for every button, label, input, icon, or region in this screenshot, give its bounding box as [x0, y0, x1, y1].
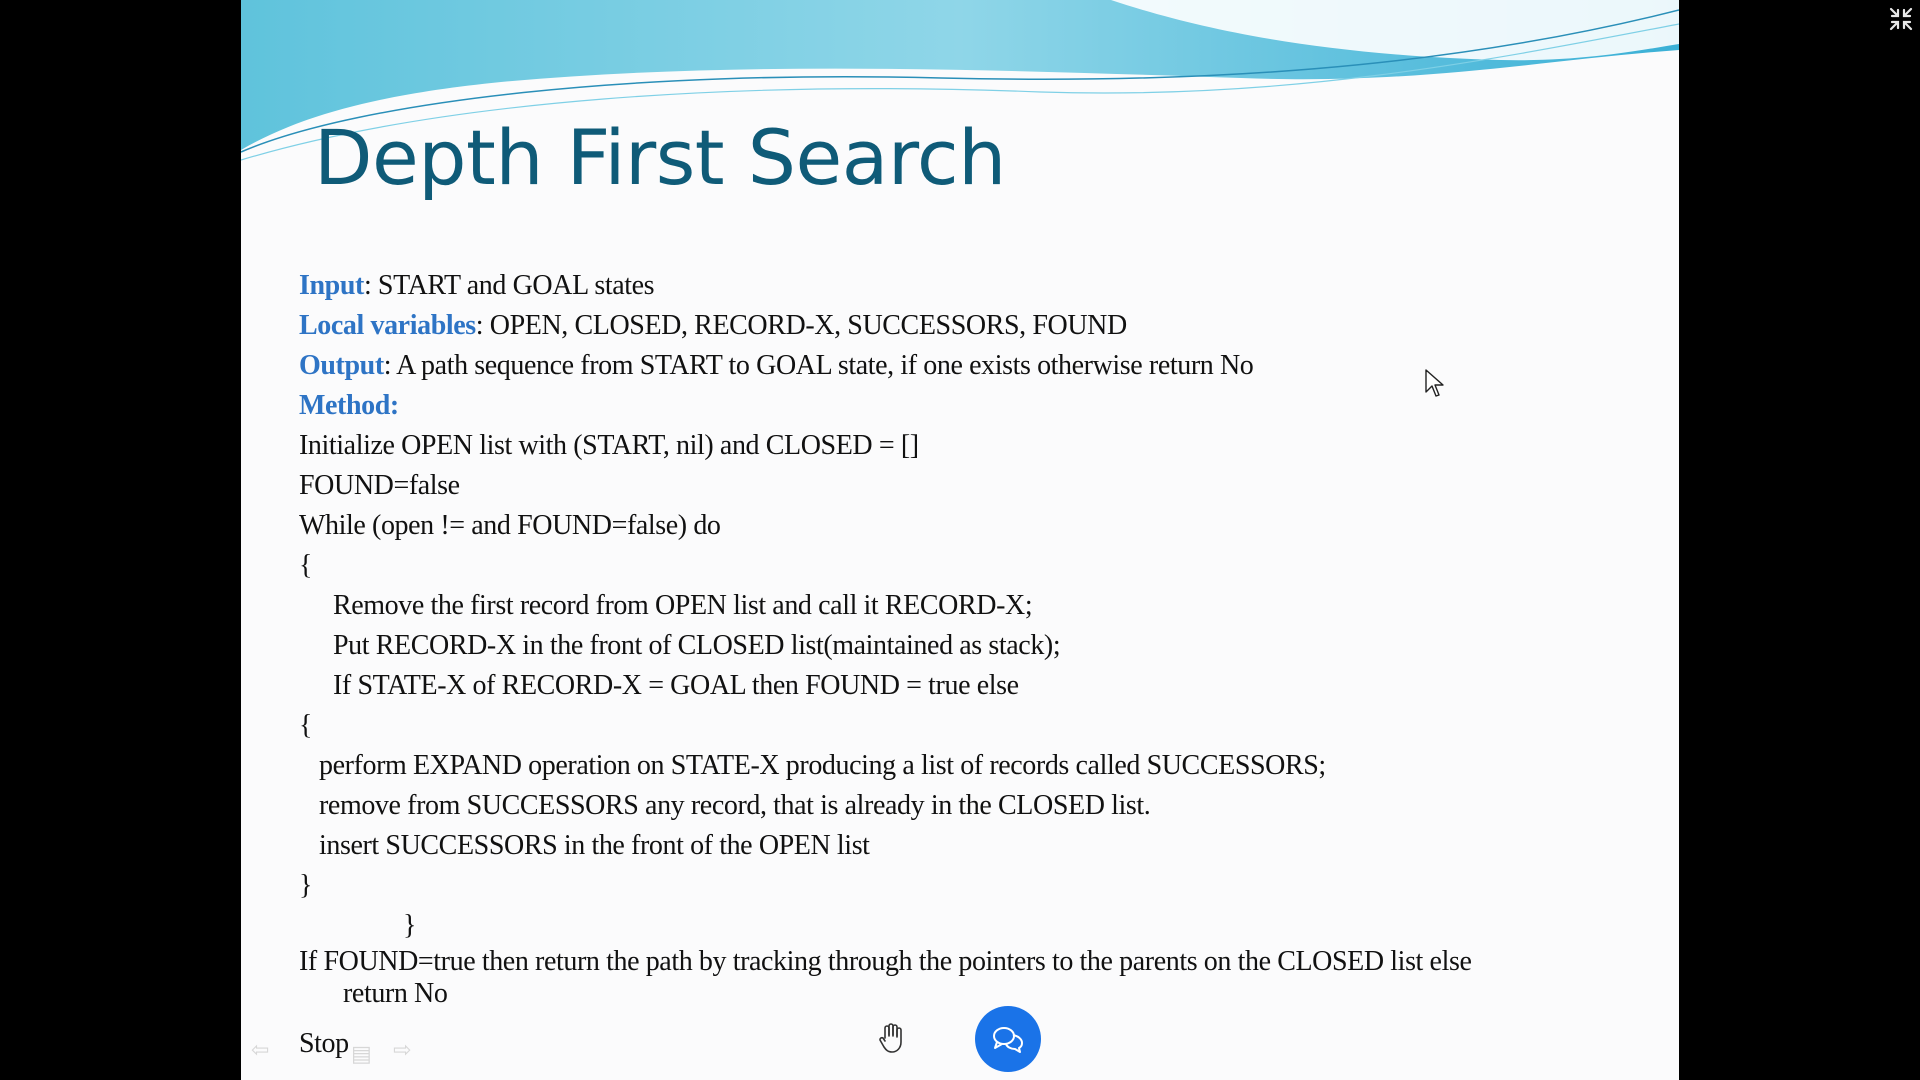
output-label: Output	[299, 350, 384, 381]
step-while: While (open != and FOUND=false) do	[299, 510, 721, 541]
local-variables-line: Local variables: OPEN, CLOSED, RECORD-X,…	[299, 306, 1659, 346]
output-line: Output: A path sequence from START to GO…	[299, 346, 1659, 386]
step-if-found: If FOUND=true then return the path by tr…	[299, 946, 1472, 977]
step-expand: perform EXPAND operation on STATE-X prod…	[319, 750, 1326, 781]
local-variables-text: : OPEN, CLOSED, RECORD-X, SUCCESSORS, FO…	[475, 310, 1127, 341]
raise-hand-button[interactable]	[867, 1010, 915, 1066]
local-variables-label: Local variables	[299, 310, 476, 341]
step-found-false: FOUND=false	[299, 470, 460, 501]
input-text: : START and GOAL states	[363, 270, 655, 301]
output-text: : A path sequence from START to GOAL sta…	[383, 350, 1254, 381]
chat-icon	[993, 1027, 1023, 1053]
step-insert: insert SUCCESSORS in the front of the OP…	[319, 830, 870, 861]
menu-icon[interactable]: ▤	[351, 1042, 372, 1067]
close-brace-outer: }	[403, 910, 417, 941]
step-init: Initialize OPEN list with (START, nil) a…	[299, 430, 919, 461]
open-brace-inner: {	[299, 710, 313, 741]
step-remove-successors: remove from SUCCESSORS any record, that …	[319, 790, 1151, 821]
method-label: Method:	[299, 390, 399, 421]
slide-title: Depth First Search	[314, 113, 1006, 202]
step-stop: Stop	[299, 1028, 349, 1059]
close-brace-inner: }	[299, 870, 313, 901]
input-label: Input	[299, 270, 364, 301]
step-put: Put RECORD-X in the front of CLOSED list…	[333, 630, 1061, 661]
exit-fullscreen-icon[interactable]	[1888, 6, 1914, 32]
step-return-no: return No	[343, 978, 448, 1009]
algorithm-text: Input: START and GOAL states Local varia…	[299, 266, 1659, 1010]
step-remove: Remove the first record from OPEN list a…	[333, 590, 1033, 621]
method-line: Method:	[299, 386, 1659, 426]
arrow-right-icon[interactable]: ⇨	[393, 1038, 411, 1063]
slide: Depth First Search Input: START and GOAL…	[241, 0, 1679, 1080]
arrow-left-icon[interactable]: ⇦	[251, 1038, 269, 1063]
open-brace-outer: {	[299, 550, 313, 581]
step-if-state: If STATE-X of RECORD-X = GOAL then FOUND…	[333, 670, 1019, 701]
chat-button[interactable]	[975, 1006, 1041, 1072]
mouse-cursor-icon	[1425, 369, 1444, 397]
presentation-viewer: Depth First Search Input: START and GOAL…	[0, 0, 1920, 1080]
input-line: Input: START and GOAL states	[299, 266, 1659, 306]
raise-hand-icon	[879, 1023, 902, 1053]
